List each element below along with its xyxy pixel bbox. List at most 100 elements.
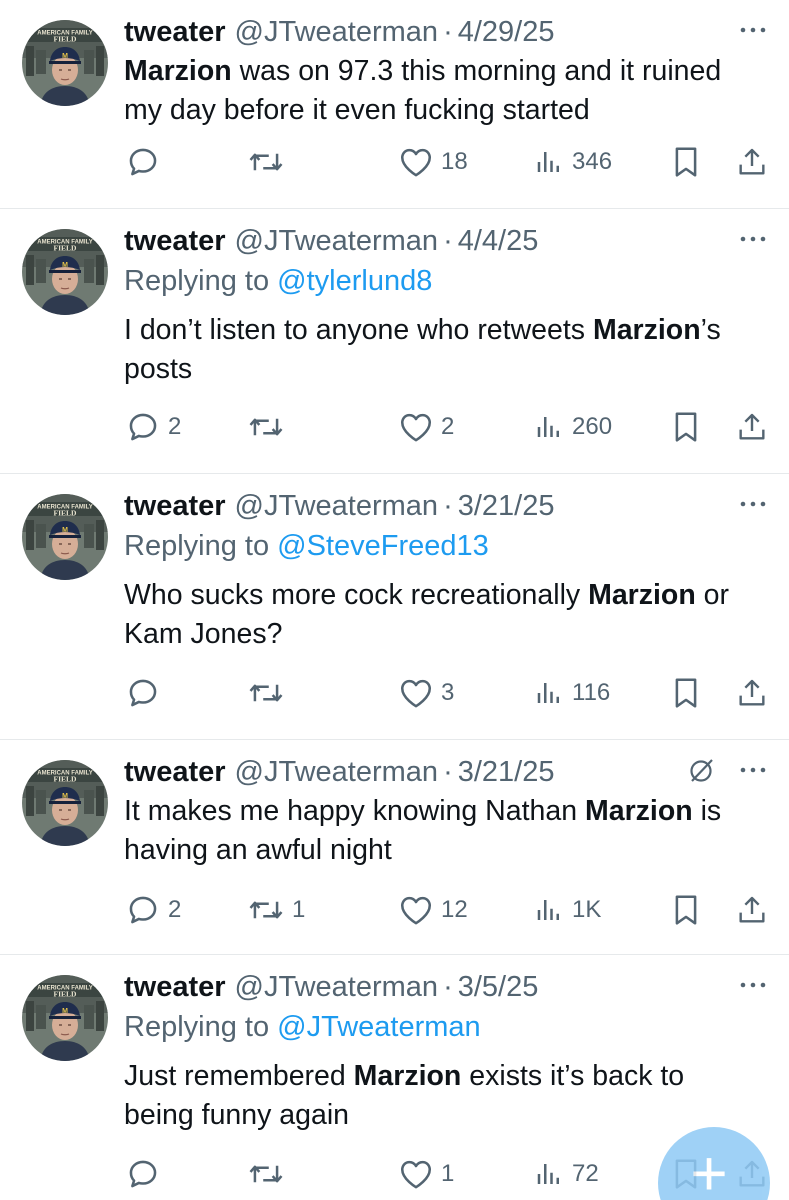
bookmark-button[interactable] bbox=[672, 888, 700, 932]
heart-icon bbox=[399, 146, 433, 178]
more-dots-icon-glyph bbox=[740, 982, 766, 988]
more-dots-icon[interactable] bbox=[737, 227, 769, 251]
svg-text:M: M bbox=[62, 527, 68, 534]
replying-to-mention[interactable]: @SteveFreed13 bbox=[277, 530, 489, 562]
author-handle[interactable]: @JTweaterman bbox=[235, 225, 439, 258]
views-chart-icon bbox=[537, 900, 559, 920]
views-button[interactable]: 1K bbox=[534, 888, 601, 932]
retweets-count: 1 bbox=[292, 896, 306, 923]
replying-to-mention[interactable]: @tylerlund8 bbox=[277, 265, 432, 297]
more-dots-icon[interactable] bbox=[737, 973, 769, 997]
more-dots-icon[interactable] bbox=[737, 18, 769, 42]
more-dots-icon-glyph bbox=[740, 501, 766, 507]
avatar[interactable]: AMERICAN FAMILY FIELD M bbox=[22, 229, 108, 315]
retweet-button[interactable] bbox=[248, 140, 284, 184]
tweet-date[interactable]: 4/4/25 bbox=[458, 225, 539, 258]
share-button[interactable] bbox=[736, 405, 768, 449]
author-name[interactable]: tweater bbox=[124, 16, 226, 49]
profile-photo: AMERICAN FAMILYFIELDM bbox=[22, 20, 108, 106]
share-button[interactable] bbox=[736, 671, 768, 715]
more-dots-icon[interactable] bbox=[737, 758, 769, 782]
tweet[interactable]: AMERICAN FAMILY FIELD M tweater @JTweaterm… bbox=[0, 474, 789, 740]
bookmark-button[interactable] bbox=[672, 405, 700, 449]
more-dots-icon[interactable] bbox=[737, 492, 769, 516]
grok-icon-glyph bbox=[690, 759, 713, 782]
more-dots-icon-glyph bbox=[740, 27, 766, 33]
like-button[interactable]: 12 bbox=[399, 888, 468, 932]
grok-icon[interactable] bbox=[687, 756, 717, 786]
bookmark-button[interactable] bbox=[672, 671, 700, 715]
views-chart-icon bbox=[537, 417, 559, 437]
svg-text:M: M bbox=[62, 53, 68, 60]
author-handle[interactable]: @JTweaterman bbox=[235, 490, 439, 523]
author-handle[interactable]: @JTweaterman bbox=[235, 16, 439, 49]
retweet-button[interactable] bbox=[248, 1152, 284, 1196]
text-segment: Who sucks more cock recreationally bbox=[124, 579, 589, 611]
bookmark-icon bbox=[675, 412, 697, 442]
reply-button[interactable] bbox=[126, 671, 160, 715]
tweet-text: Who sucks more cock recreationally Marzi… bbox=[124, 576, 769, 654]
avatar[interactable]: AMERICAN FAMILY FIELD M bbox=[22, 760, 108, 846]
share-icon bbox=[739, 679, 765, 706]
retweet-button[interactable] bbox=[248, 405, 284, 449]
author-name[interactable]: tweater bbox=[124, 225, 226, 258]
views-button[interactable]: 346 bbox=[534, 140, 612, 184]
svg-text:M: M bbox=[62, 793, 68, 800]
avatar[interactable]: AMERICAN FAMILY FIELD M bbox=[22, 494, 108, 580]
views-count: 346 bbox=[572, 148, 613, 175]
tweet[interactable]: AMERICAN FAMILY FIELD M tweater @JTweaterm… bbox=[0, 740, 789, 955]
replying-to: Replying to @JTweaterman bbox=[124, 1007, 769, 1047]
retweet-button[interactable] bbox=[248, 671, 284, 715]
views-button[interactable]: 116 bbox=[534, 671, 610, 715]
tweet-date[interactable]: 3/21/25 bbox=[458, 756, 555, 789]
retweet-icon bbox=[248, 145, 284, 179]
replying-to-mention[interactable]: @JTweaterman bbox=[277, 1011, 481, 1043]
bookmark-icon bbox=[675, 895, 697, 925]
avatar-sign-line2: FIELD bbox=[54, 35, 78, 44]
views-button[interactable]: 72 bbox=[534, 1152, 599, 1196]
avatar[interactable]: AMERICAN FAMILY FIELD M bbox=[22, 975, 108, 1061]
author-handle[interactable]: @JTweaterman bbox=[235, 756, 439, 789]
like-button[interactable]: 18 bbox=[399, 140, 468, 184]
like-button[interactable]: 3 bbox=[399, 671, 454, 715]
tweet-content: tweater @JTweaterman · 4/29/25 Marzion w… bbox=[124, 12, 769, 130]
highlighted-keyword: Marzion bbox=[592, 314, 701, 346]
reply-button[interactable]: 2 bbox=[126, 405, 181, 449]
views-button[interactable]: 260 bbox=[534, 405, 612, 449]
tweet[interactable]: AMERICAN FAMILY FIELD M tweater @JTweaterm… bbox=[0, 0, 789, 209]
replying-to-label: Replying to bbox=[124, 1011, 270, 1043]
separator-dot: · bbox=[443, 15, 453, 48]
author-name[interactable]: tweater bbox=[124, 490, 226, 523]
retweet-button[interactable]: 1 bbox=[248, 888, 305, 932]
share-button[interactable] bbox=[736, 888, 768, 932]
avatar[interactable]: AMERICAN FAMILY FIELD M bbox=[22, 20, 108, 106]
bookmark-button[interactable] bbox=[672, 140, 700, 184]
views-count: 260 bbox=[572, 413, 613, 440]
tweet-date[interactable]: 3/5/25 bbox=[458, 971, 539, 1004]
highlighted-keyword: Marzion bbox=[588, 579, 696, 611]
separator-dot: · bbox=[443, 224, 453, 257]
action-bar: 3 116 bbox=[124, 671, 769, 715]
reply-button[interactable] bbox=[126, 1152, 160, 1196]
share-icon bbox=[736, 145, 768, 179]
heart-icon bbox=[400, 413, 432, 442]
tweet-date[interactable]: 4/29/25 bbox=[458, 16, 555, 49]
tweet-text: Just remembered Marzion exists it’s back… bbox=[124, 1057, 769, 1135]
like-button[interactable]: 2 bbox=[399, 405, 454, 449]
avatar-sign-line2: FIELD bbox=[54, 990, 78, 999]
reply-button[interactable]: 2 bbox=[126, 888, 181, 932]
like-button[interactable]: 1 bbox=[399, 1152, 454, 1196]
author-handle[interactable]: @JTweaterman bbox=[235, 971, 439, 1004]
author-name[interactable]: tweater bbox=[124, 756, 226, 789]
reply-icon bbox=[129, 679, 157, 707]
likes-count: 18 bbox=[441, 148, 468, 175]
tweet-date[interactable]: 3/21/25 bbox=[458, 490, 555, 523]
reply-button[interactable] bbox=[126, 140, 160, 184]
reply-icon bbox=[126, 676, 160, 710]
tweet[interactable]: AMERICAN FAMILY FIELD M tweater @JTweaterm… bbox=[0, 209, 789, 474]
views-chart-icon bbox=[534, 678, 564, 708]
tweet-content: tweater @JTweaterman · 3/21/25 It makes … bbox=[124, 752, 769, 870]
share-button[interactable] bbox=[736, 140, 768, 184]
replying-to: Replying to @tylerlund8 bbox=[124, 261, 769, 301]
author-name[interactable]: tweater bbox=[124, 971, 226, 1004]
